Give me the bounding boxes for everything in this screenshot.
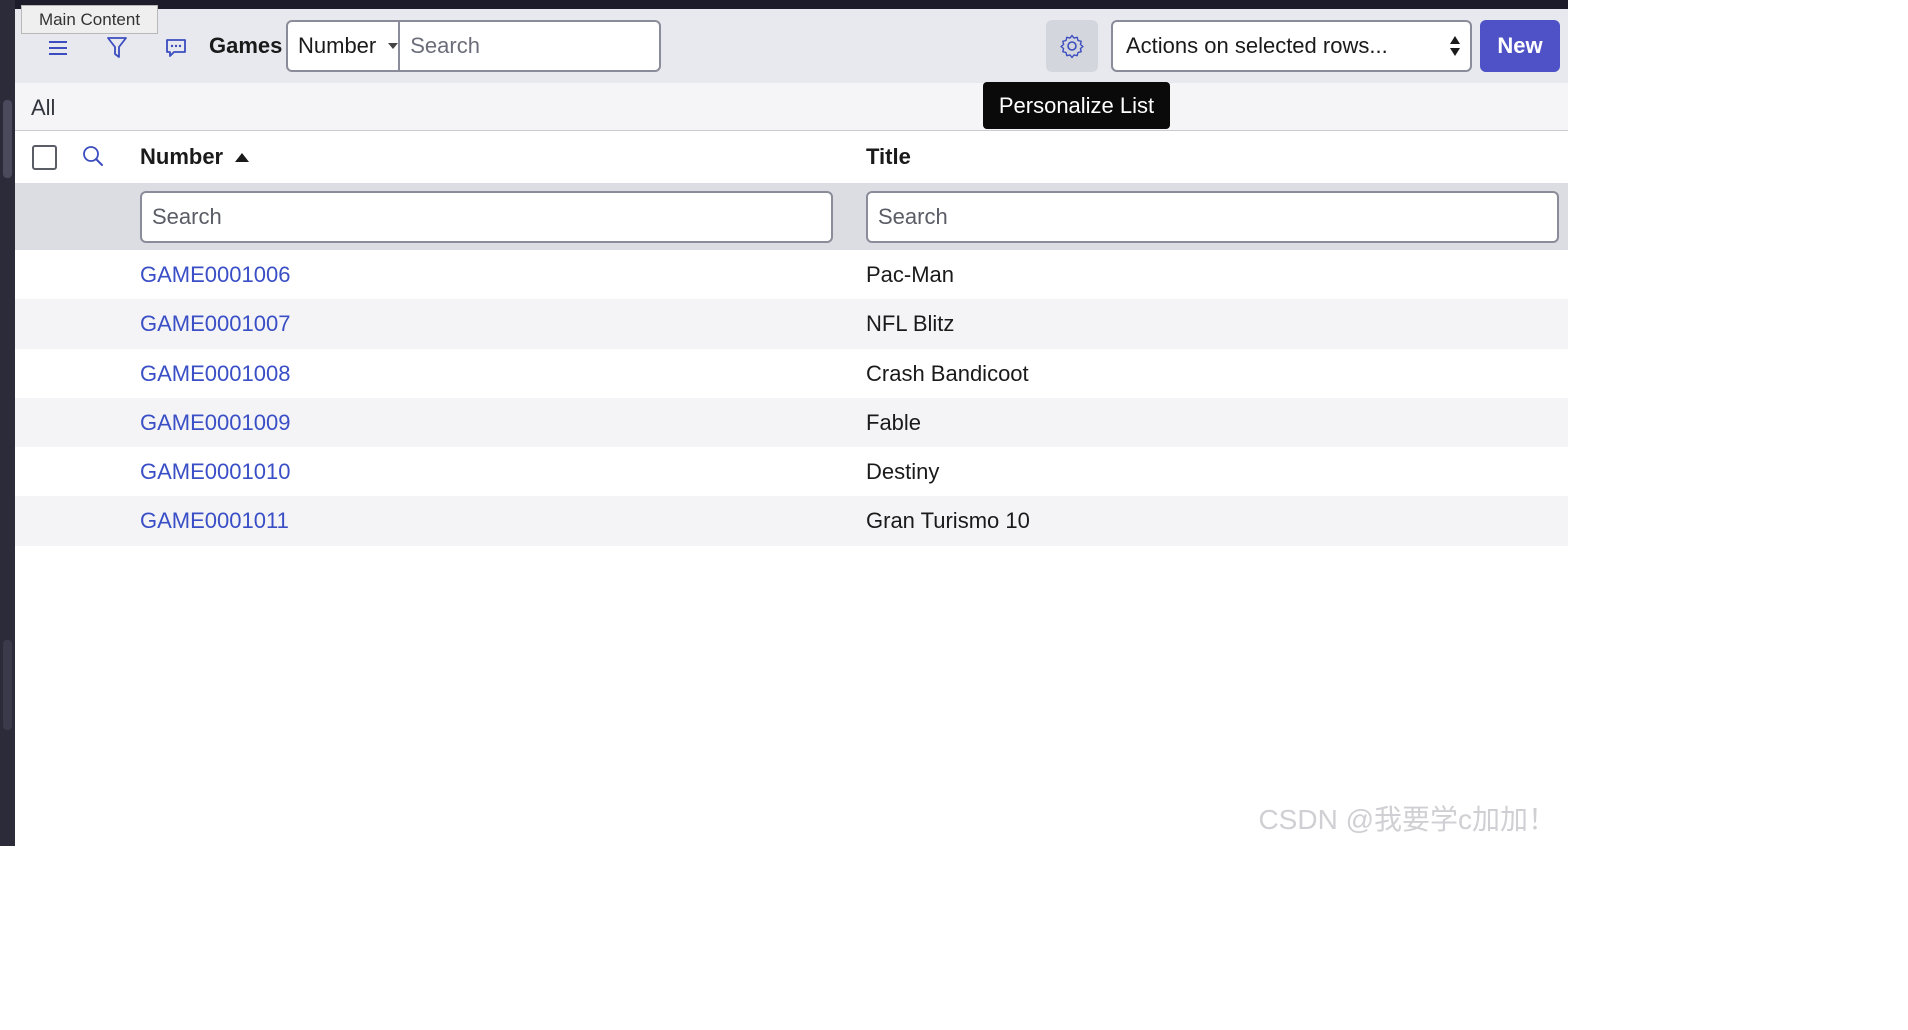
new-button[interactable]: New xyxy=(1480,20,1560,72)
table-row: GAME0001007 NFL Blitz xyxy=(15,299,1568,349)
number-filter-input[interactable] xyxy=(140,191,833,243)
personalize-list-tooltip: Personalize List xyxy=(983,82,1170,129)
hamburger-icon[interactable] xyxy=(41,31,75,65)
table-row: GAME0001006 Pac-Man xyxy=(15,250,1568,299)
left-nav-strip xyxy=(0,0,15,846)
record-number-link[interactable]: GAME0001011 xyxy=(140,508,289,534)
table-body: GAME0001006 Pac-Man GAME0001007 NFL Blit… xyxy=(15,250,1568,546)
table-header-row: Number Title xyxy=(15,131,1568,183)
record-number-link[interactable]: GAME0001007 xyxy=(140,311,290,337)
actions-select[interactable]: Actions on selected rows... xyxy=(1111,20,1472,72)
scroll-thumb[interactable] xyxy=(3,100,12,178)
search-icon[interactable] xyxy=(81,144,105,173)
actions-select-label: Actions on selected rows... xyxy=(1126,33,1388,58)
table-row: GAME0001009 Fable xyxy=(15,397,1568,448)
filter-icon[interactable] xyxy=(100,31,134,65)
breadcrumb: All xyxy=(15,83,1568,131)
chevron-down-icon xyxy=(388,43,399,49)
page-title: Games xyxy=(209,33,283,58)
gear-icon xyxy=(1060,34,1084,59)
table-row: GAME0001011 Gran Turismo 10 xyxy=(15,496,1568,546)
search-input[interactable] xyxy=(400,22,699,70)
record-title: Destiny xyxy=(866,459,940,485)
watermark: CSDN @我要学c加加！ xyxy=(1258,804,1556,835)
breadcrumb-all[interactable]: All xyxy=(31,95,55,121)
column-header-number-label: Number xyxy=(140,144,224,169)
column-header-number[interactable]: Number xyxy=(140,144,250,170)
sort-ascending-icon xyxy=(235,152,250,162)
title-filter-input[interactable] xyxy=(866,191,1559,243)
record-title: NFL Blitz xyxy=(866,311,955,337)
record-number-link[interactable]: GAME0001010 xyxy=(140,459,290,485)
column-header-title[interactable]: Title xyxy=(866,144,911,170)
select-all-checkbox[interactable] xyxy=(32,145,57,170)
window-top-bar xyxy=(0,0,1568,9)
record-number-link[interactable]: GAME0001006 xyxy=(140,262,290,288)
search-field-select-label: Number xyxy=(298,33,377,58)
column-header-title-label: Title xyxy=(866,144,911,169)
column-filter-row xyxy=(15,183,1568,250)
record-title: Gran Turismo 10 xyxy=(866,508,1030,534)
list-toolbar: Games Number Actions on selected rows...… xyxy=(15,9,1568,83)
main-content-tooltip: Main Content xyxy=(21,5,158,34)
scroll-thumb-lower xyxy=(3,640,12,730)
table-row: GAME0001008 Crash Bandicoot xyxy=(15,349,1568,398)
record-title: Pac-Man xyxy=(866,262,955,287)
record-title: Fable xyxy=(866,409,922,435)
search-field-select[interactable]: Number xyxy=(288,22,401,70)
personalize-list-button[interactable] xyxy=(1046,20,1098,72)
list-search-group: Number xyxy=(286,20,699,72)
table-row: GAME0001010 Destiny xyxy=(15,447,1568,496)
chat-icon[interactable] xyxy=(159,31,193,65)
record-number-link[interactable]: GAME0001009 xyxy=(140,410,290,436)
record-number-link[interactable]: GAME0001008 xyxy=(140,361,290,387)
record-title: Crash Bandicoot xyxy=(866,360,1029,386)
list-app: Games Number Actions on selected rows...… xyxy=(15,9,1568,846)
select-arrows-icon xyxy=(1450,36,1460,56)
